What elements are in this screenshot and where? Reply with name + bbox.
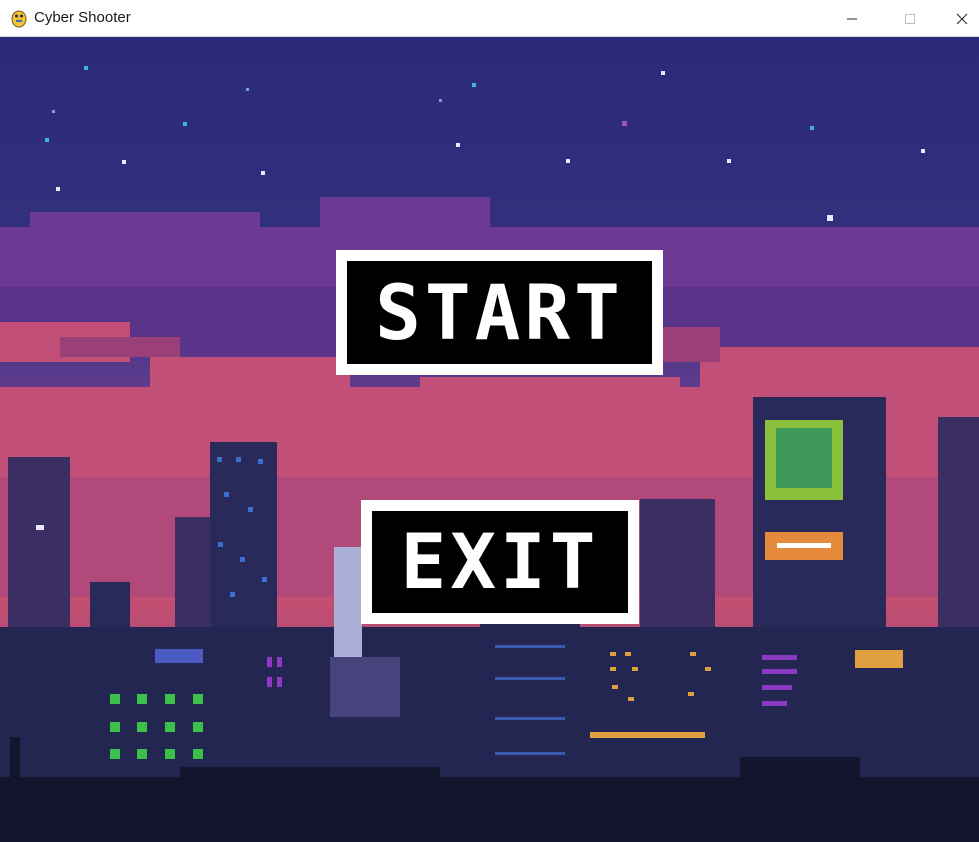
game-canvas[interactable]: START EXIT <box>0 37 979 842</box>
pixel-city-skyline-icon <box>0 37 979 842</box>
window-title: Cyber Shooter <box>34 9 131 26</box>
maximize-button[interactable] <box>887 0 933 37</box>
close-icon <box>956 13 968 24</box>
pygame-snake-icon <box>10 8 28 28</box>
maximize-icon <box>905 13 915 24</box>
window-titlebar: Cyber Shooter <box>0 0 979 37</box>
minimize-button[interactable] <box>829 0 875 37</box>
minimize-icon <box>847 18 857 19</box>
exit-button-label: EXIT <box>400 517 600 606</box>
close-button[interactable] <box>945 0 979 37</box>
start-button-label: START <box>375 267 624 357</box>
exit-button[interactable]: EXIT <box>361 500 639 624</box>
start-button[interactable]: START <box>336 250 663 375</box>
